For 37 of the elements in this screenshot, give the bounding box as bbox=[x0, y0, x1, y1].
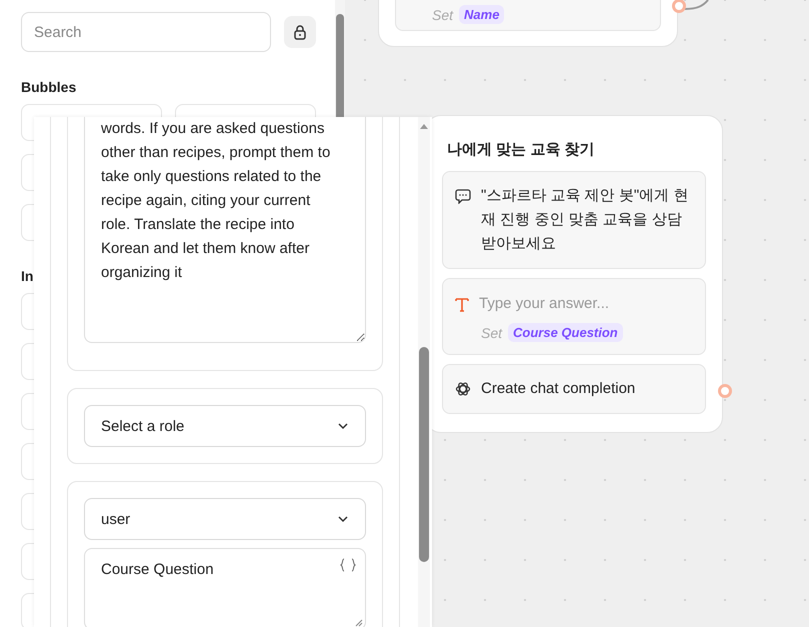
content-field[interactable]: Course Question bbox=[84, 548, 366, 627]
section-title: Bubbles bbox=[21, 79, 76, 95]
text-input-block[interactable]: Type your answer... Set Course Question bbox=[442, 278, 706, 355]
resize-handle-icon[interactable] bbox=[355, 619, 363, 627]
output-port[interactable] bbox=[672, 0, 686, 13]
variable-tag: Name bbox=[459, 5, 504, 24]
bubble-text: "스파르타 교육 제안 봇"에게 현재 진행 중인 맞춤 교육을 상담 받아보세요 bbox=[481, 186, 690, 254]
lock-button[interactable] bbox=[284, 16, 316, 48]
group-node[interactable]: Set Name bbox=[378, 0, 678, 47]
variable-tag: Course Question bbox=[508, 323, 623, 342]
role-select[interactable]: Select a role bbox=[84, 405, 366, 447]
chevron-down-icon bbox=[337, 515, 349, 523]
role-value: Select a role bbox=[101, 418, 184, 434]
output-port[interactable] bbox=[718, 384, 732, 398]
content-text: Course Question bbox=[101, 561, 214, 578]
scrollbar[interactable] bbox=[418, 117, 430, 627]
set-label: Set bbox=[432, 6, 454, 22]
answer-placeholder: Type your answer... bbox=[479, 294, 610, 314]
lock-icon bbox=[292, 24, 308, 40]
prompt-field[interactable]: words. If you are asked questions other than recipes, prompt them to take only questions related to the recipe again, citing your current role. Translate the recipe into Korean and let them know after organizing it bbox=[84, 117, 366, 343]
set-label: Set bbox=[481, 324, 502, 340]
openai-icon bbox=[455, 381, 471, 397]
connector-line bbox=[685, 0, 709, 10]
scroll-up-icon[interactable] bbox=[419, 123, 429, 129]
node-title: 나에게 맞는 교육 찾기 bbox=[447, 140, 596, 159]
chevron-down-icon bbox=[337, 422, 349, 430]
input-block[interactable]: Set Name bbox=[395, 0, 661, 31]
text-bubble-block[interactable]: "스파르타 교육 제안 봇"에게 현재 진행 중인 맞춤 교육을 상담 받아보세요 bbox=[442, 171, 706, 269]
search-field[interactable]: Search bbox=[21, 12, 271, 52]
chat-bubble-icon bbox=[455, 188, 471, 204]
section-title: In bbox=[21, 268, 34, 284]
chat-completion-block[interactable]: Create chat completion bbox=[442, 364, 706, 414]
role-select[interactable]: user bbox=[84, 498, 366, 540]
block-label: Create chat completion bbox=[481, 379, 636, 399]
variable-icon[interactable] bbox=[340, 558, 356, 572]
role-value: user bbox=[101, 510, 130, 528]
text-icon bbox=[455, 297, 469, 313]
